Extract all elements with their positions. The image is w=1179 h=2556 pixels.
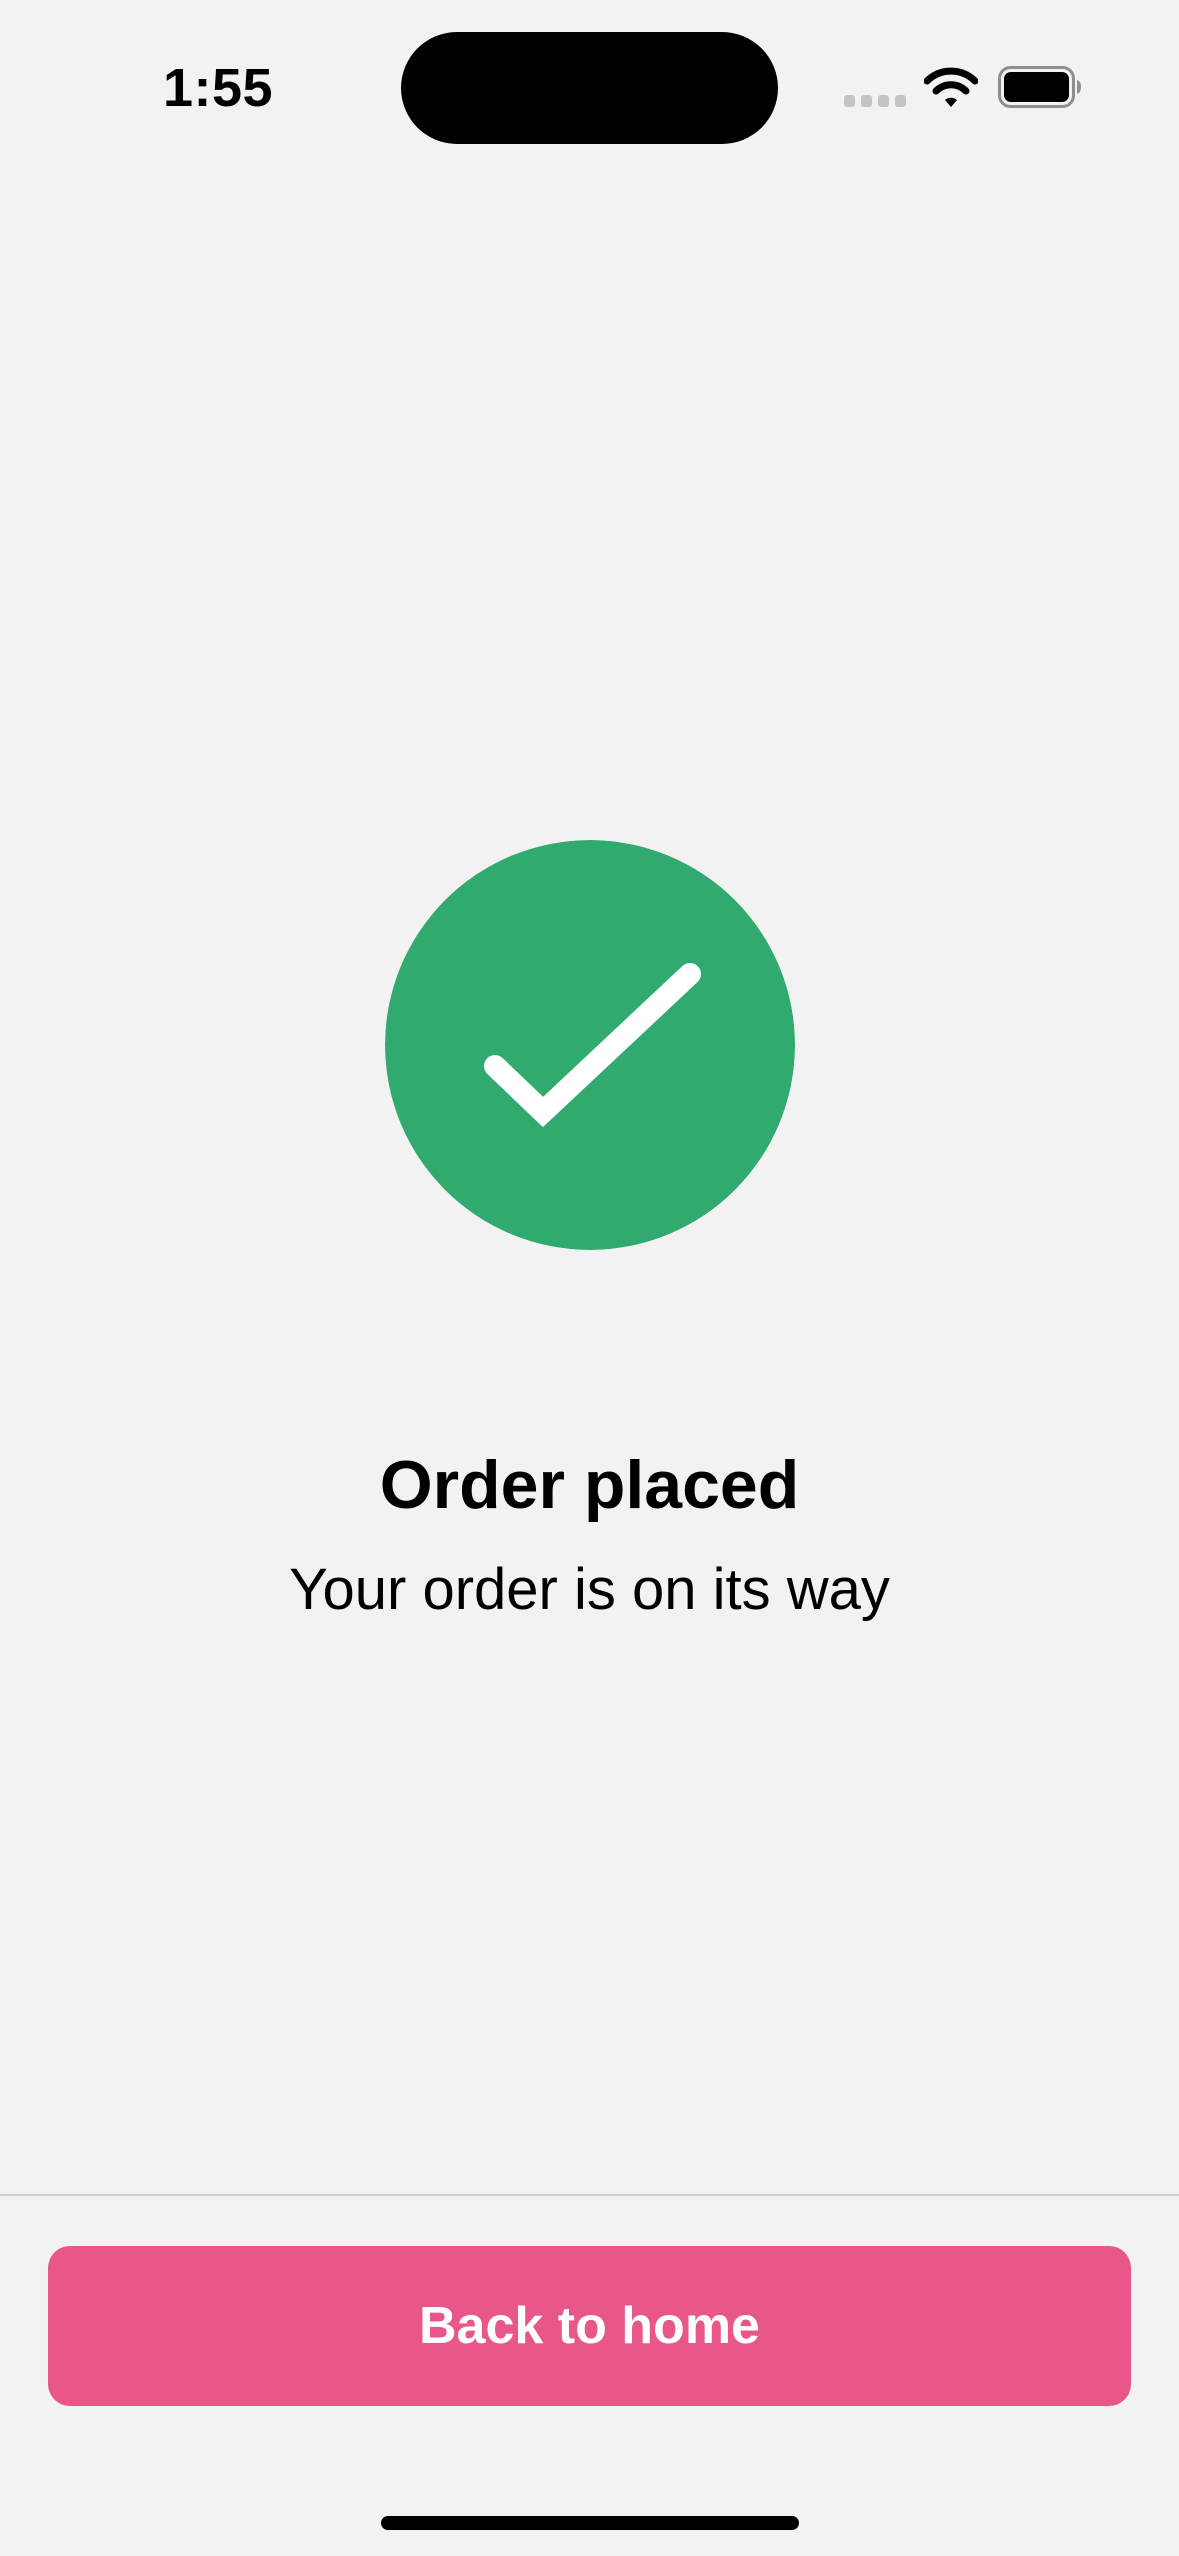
cellular-signal-icon xyxy=(844,95,906,107)
confirmation-title: Order placed xyxy=(379,1447,800,1523)
dynamic-island xyxy=(401,32,778,144)
battery-icon xyxy=(998,66,1081,108)
status-time: 1:55 xyxy=(163,58,274,118)
wifi-icon xyxy=(924,67,978,107)
home-indicator[interactable] xyxy=(381,2516,799,2530)
back-to-home-button[interactable]: Back to home xyxy=(48,2246,1131,2406)
footer-divider xyxy=(0,2194,1179,2196)
confirmation-subtitle: Your order is on its way xyxy=(289,1557,890,1622)
checkmark-circle-icon xyxy=(385,840,795,1250)
